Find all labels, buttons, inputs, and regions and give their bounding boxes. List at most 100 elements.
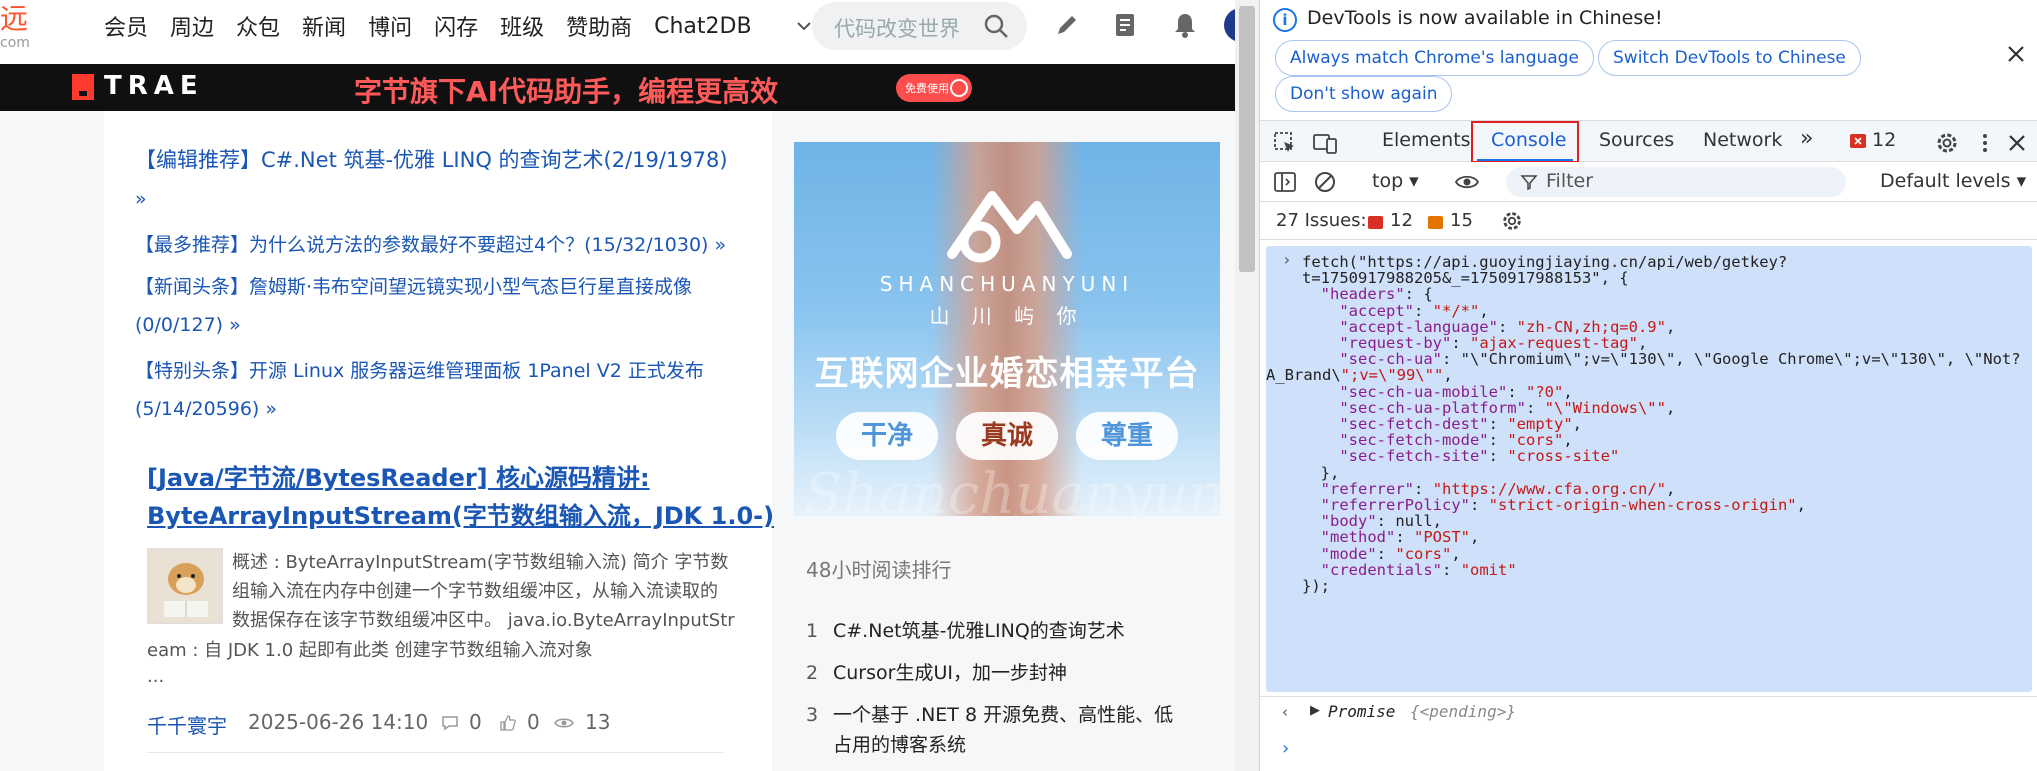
console-input-entry[interactable]: fetch("https://api.guoyingjiaying.cn/api… <box>1266 246 2032 692</box>
device-toolbar-icon[interactable] <box>1312 130 1338 156</box>
trae-ad-banner[interactable]: TRAE 字节旗下AI代码助手，编程更高效 免费使用 <box>0 64 1235 111</box>
article-excerpt-line: 概述 : ByteArrayInputStream(字节数组输入流) 简介 字节… <box>232 552 729 573</box>
ranking-link: 占用的博客系统 <box>833 734 967 756</box>
issue-error-icon <box>1368 216 1383 229</box>
article-excerpt-line: 组输入流在内存中创建一个字节数组缓冲区，从输入流读取的 <box>232 581 718 602</box>
main-content <box>104 111 772 771</box>
rec-editor-pick-more[interactable]: » <box>135 188 147 210</box>
tab-network[interactable]: Network <box>1703 129 1782 151</box>
error-count: 12 <box>1872 129 1897 151</box>
banner-cta-button[interactable]: 免费使用 <box>896 74 972 102</box>
tab-sources[interactable]: Sources <box>1599 129 1674 151</box>
ranking-title: 48小时阅读排行 <box>806 558 952 582</box>
nav-item-crowdsource[interactable]: 众包 <box>236 10 280 42</box>
infobar-message: DevTools is now available in Chinese! <box>1307 7 1663 29</box>
ranking-item[interactable]: 3 一个基于 .NET 8 开源免费、高性能、低 <box>806 700 1173 727</box>
issues-label: 27 Issues: <box>1276 210 1367 231</box>
nav-item-merch[interactable]: 周边 <box>170 10 214 42</box>
console-result-entry[interactable]: ‹ ▶ Promise {<pending>} <box>1260 696 2037 728</box>
nav-item-qa[interactable]: 博问 <box>368 10 412 42</box>
console-filter-input[interactable]: Filter <box>1506 167 1846 197</box>
like-thumb-icon[interactable] <box>498 713 518 733</box>
log-levels-dropdown[interactable]: Default levels ▾ <box>1880 170 2026 192</box>
dog-reading-image <box>148 549 222 623</box>
search-placeholder: 代码改变世界 <box>834 17 960 41</box>
filter-placeholder: Filter <box>1546 170 1594 192</box>
ad-pill-clean: 干净 <box>836 412 938 460</box>
rec-tag: 【最多推荐】 <box>135 234 250 256</box>
rec-special-headline[interactable]: 【特别头条】开源 Linux 服务器运维管理面板 1Panel V2 正式发布 <box>135 356 704 383</box>
rec-link: 开源 Linux 服务器运维管理面板 1Panel V2 正式发布 <box>249 360 704 382</box>
rec-tag: 【编辑推荐】 <box>135 148 261 172</box>
page-scrollbar-thumb[interactable] <box>1239 6 1255 272</box>
ranking-item-continued[interactable]: 占用的博客系统 <box>806 730 966 757</box>
match-language-button[interactable]: Always match Chrome's language <box>1275 40 1594 76</box>
site-search-box[interactable]: 代码改变世界 <box>812 2 1027 50</box>
devtools-tab-bar: Elements Console Sources Network » 12 <box>1260 120 2037 163</box>
sidebar-ad-image[interactable]: SHANCHUANYUNI 山 川 屿 你 互联网企业婚恋相亲平台 干净 真诚 … <box>794 142 1220 516</box>
search-icon[interactable] <box>982 12 1010 40</box>
settings-gear-icon[interactable] <box>1934 130 1960 156</box>
context-selector[interactable]: top ▾ <box>1372 170 1419 192</box>
more-tabs-chevron-icon[interactable]: » <box>1800 126 1813 151</box>
live-expression-eye-icon[interactable] <box>1454 169 1480 195</box>
info-icon: i <box>1273 8 1297 32</box>
more-options-vertical-icon[interactable] <box>1972 130 1998 156</box>
expand-triangle-icon[interactable]: ▶ <box>1310 703 1320 718</box>
ad-pill-sincere: 真诚 <box>956 412 1058 460</box>
trae-logo-icon <box>72 74 94 100</box>
tab-elements[interactable]: Elements <box>1382 129 1471 151</box>
rec-news-headline[interactable]: 【新闻头条】詹姆斯·韦布空间望远镜实现小型气态巨行星直接成像 <box>135 272 692 299</box>
site-logo[interactable]: 远 com <box>0 2 30 51</box>
language-infobar: i DevTools is now available in Chinese! … <box>1260 0 2037 118</box>
user-avatar[interactable] <box>1224 8 1235 42</box>
nav-item-class[interactable]: 班级 <box>500 10 544 42</box>
nav-item-news[interactable]: 新闻 <box>302 10 346 42</box>
article-title-line1[interactable]: [Java/字节流/BytesReader] 核心源码精讲: <box>147 458 650 493</box>
arrow-right-icon <box>950 79 968 97</box>
nav-item-sponsors[interactable]: 赞助商 <box>566 10 632 42</box>
rec-editor-pick[interactable]: 【编辑推荐】C#.Net 筑基-优雅 LINQ 的查询艺术(2/19/1978) <box>135 144 728 174</box>
rec-news-headline-stats[interactable]: (0/0/127) » <box>135 314 241 336</box>
ad-logo-icon <box>947 191 1072 263</box>
ranking-link: 一个基于 .NET 8 开源免费、高性能、低 <box>833 704 1174 726</box>
site-header: 远 com 会员 周边 众包 新闻 博问 闪存 班级 赞助商 Chat2DB 代… <box>0 0 1235 64</box>
result-arrow-icon: ‹ <box>1282 703 1288 721</box>
article-author[interactable]: 千千寰宇 <box>147 710 227 739</box>
close-devtools-icon[interactable] <box>2004 130 2030 156</box>
console-prompt-input[interactable]: › <box>1282 738 1289 759</box>
devtools-panel: i DevTools is now available in Chinese! … <box>1259 0 2037 771</box>
issues-settings-gear-icon[interactable] <box>1500 209 1524 233</box>
issue-warning-icon <box>1428 216 1443 229</box>
site-nav: 会员 周边 众包 新闻 博问 闪存 班级 赞助商 Chat2DB <box>104 0 774 52</box>
dont-show-again-button[interactable]: Don't show again <box>1275 76 1453 112</box>
edit-pen-icon[interactable] <box>1052 10 1082 40</box>
notification-bell-icon[interactable] <box>1170 10 1200 40</box>
comment-icon[interactable] <box>440 713 460 733</box>
switch-to-chinese-button[interactable]: Switch DevTools to Chinese <box>1598 40 1861 76</box>
close-infobar-icon[interactable] <box>2002 40 2030 68</box>
rec-tag: 【新闻头条】 <box>135 276 250 298</box>
code-line: "credentials": "omit" <box>1320 560 1517 579</box>
ranking-item[interactable]: 1 C#.Net筑基-优雅LINQ的查询艺术 <box>806 616 1125 643</box>
ranking-item[interactable]: 2 Cursor生成UI，加一步封神 <box>806 658 1067 685</box>
ranking-number: 2 <box>806 662 819 684</box>
author-avatar-thumbnail[interactable] <box>147 548 223 624</box>
inspect-element-icon[interactable] <box>1272 130 1298 156</box>
logo-glyph: 远 <box>0 2 29 35</box>
like-count: 0 <box>527 710 540 734</box>
banner-cta-label: 免费使用 <box>905 82 949 95</box>
article-date: 2025-06-26 14:10 <box>248 710 429 734</box>
nav-item-flash[interactable]: 闪存 <box>434 10 478 42</box>
rec-special-headline-stats[interactable]: (5/14/20596) » <box>135 398 277 420</box>
issues-bar[interactable]: 27 Issues: 12 15 <box>1260 202 2037 240</box>
article-title-line2[interactable]: ByteArrayInputStream(字节数组输入流，JDK 1.0-) <box>147 496 774 531</box>
ad-brand-zh: 山 川 屿 你 <box>929 304 1085 328</box>
sidebar-toggle-icon[interactable] <box>1272 169 1298 195</box>
rec-most-recommended[interactable]: 【最多推荐】为什么说方法的参数最好不要超过4个？(15/32/1030) » <box>135 230 726 257</box>
nav-item-chat2db[interactable]: Chat2DB <box>654 14 751 39</box>
banner-brand: TRAE <box>104 71 204 101</box>
notes-icon[interactable] <box>1110 10 1140 40</box>
clear-console-icon[interactable] <box>1312 169 1338 195</box>
nav-item-membership[interactable]: 会员 <box>104 10 148 42</box>
